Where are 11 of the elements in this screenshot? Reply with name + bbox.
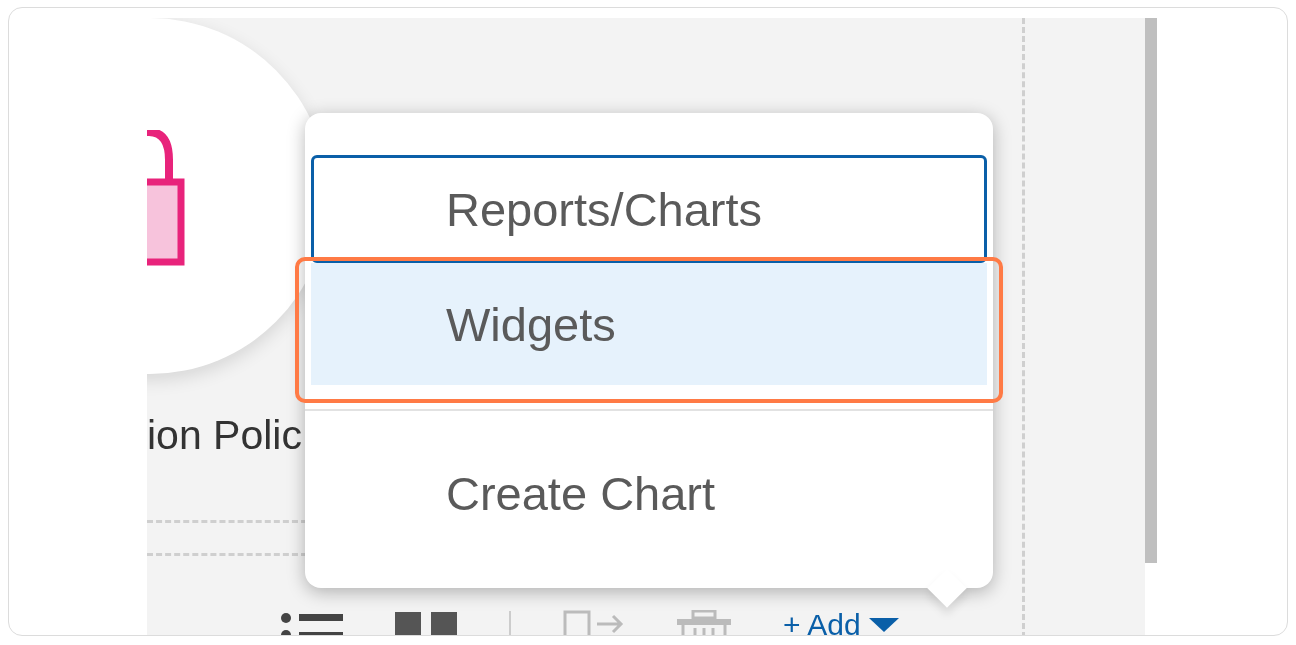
list-icon[interactable]: [281, 610, 343, 635]
scrollbar[interactable]: [1145, 18, 1157, 563]
menu-item[interactable]: Create Chart: [311, 439, 987, 547]
trash-icon[interactable]: [677, 610, 731, 635]
columns-icon[interactable]: [395, 610, 457, 635]
lock-icon: [147, 130, 187, 266]
move-icon[interactable]: [563, 610, 625, 635]
add-button[interactable]: + Add: [783, 608, 899, 635]
caret-icon: [868, 618, 899, 632]
menu-item[interactable]: Widgets: [311, 263, 987, 385]
card-label: ion Polic: [147, 412, 302, 459]
